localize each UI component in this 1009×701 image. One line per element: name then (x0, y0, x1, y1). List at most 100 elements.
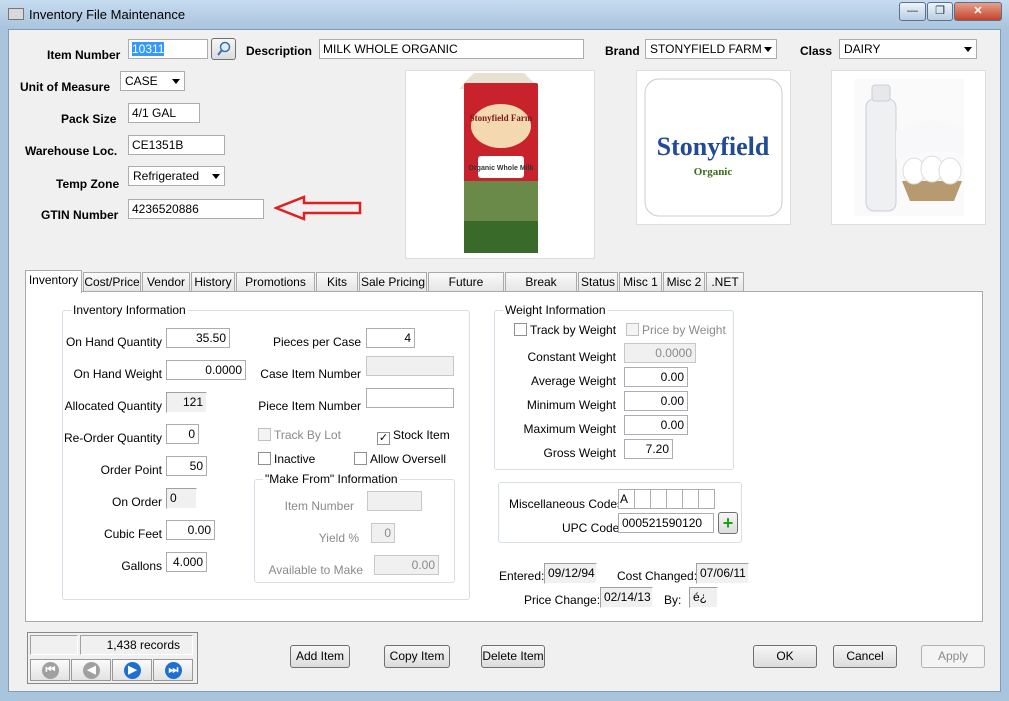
on-order-value: 0 (166, 488, 197, 509)
tab-future-pricing[interactable]: Future Pricing (428, 272, 504, 307)
carton-brand: Stonyfield Farm (470, 113, 533, 123)
form-client-area: Item Number 10311 Description MILK WHOLE… (8, 29, 1001, 692)
inactive-checkbox[interactable]: Inactive (258, 452, 315, 466)
inventory-tab-panel: Inventory Information On Hand Quantity 3… (25, 291, 983, 622)
tab-net[interactable]: .NET (706, 272, 744, 292)
misc-codes-label: Miscellaneous Codes (509, 497, 624, 511)
tab-break-pricing[interactable]: Break Pricing (505, 272, 577, 307)
plus-icon: + (722, 513, 734, 533)
misc-code-1[interactable]: A (618, 489, 635, 509)
ok-button[interactable]: OK (753, 645, 817, 668)
gross-weight-input[interactable]: 7.20 (624, 439, 673, 459)
minimize-button[interactable]: — (899, 2, 926, 21)
tab-vendor[interactable]: Vendor (142, 272, 190, 292)
tab-kits[interactable]: Kits (316, 272, 358, 292)
misc-code-5[interactable] (682, 489, 699, 509)
previous-record-button[interactable]: ◀ (71, 659, 111, 681)
gallons-input[interactable]: 4.000 (166, 552, 207, 572)
tab-sale-pricing[interactable]: Sale Pricing (359, 272, 427, 292)
on-hand-qty-input[interactable]: 35.50 (166, 328, 230, 348)
average-weight-input[interactable]: 0.00 (624, 367, 688, 387)
reorder-qty-label: Re-Order Quantity (63, 431, 162, 445)
maximum-weight-input[interactable]: 0.00 (624, 415, 688, 435)
order-point-label: Order Point (100, 463, 162, 477)
order-point-input[interactable]: 50 (166, 456, 207, 476)
chevron-down-icon (172, 79, 180, 84)
logo-sub: Organic (694, 166, 733, 178)
price-by-weight-label: Price by Weight (642, 323, 726, 337)
on-hand-weight-input[interactable]: 0.0000 (166, 360, 246, 380)
warehouse-input[interactable]: CE1351B (128, 135, 225, 155)
on-hand-qty-label: On Hand Quantity (65, 335, 162, 349)
price-by-weight-checkbox[interactable]: Price by Weight (626, 323, 726, 337)
tab-misc-1[interactable]: Misc 1 (619, 272, 662, 292)
uom-select[interactable]: CASE (120, 71, 185, 91)
pieces-per-case-label: Pieces per Case (272, 335, 361, 349)
case-item-number-input[interactable] (366, 356, 454, 376)
tab-promotions[interactable]: Promotions (236, 272, 315, 292)
app-icon (8, 8, 24, 20)
search-button[interactable] (211, 38, 236, 60)
warehouse-label: Warehouse Loc. (25, 144, 118, 158)
record-count: 1,438 records (80, 635, 193, 655)
chevron-down-icon (764, 47, 772, 52)
gtin-input[interactable]: 4236520886 (128, 199, 264, 219)
misc-code-2[interactable] (634, 489, 651, 509)
cost-changed-value: 07/06/11 (696, 563, 749, 584)
logo-text: Stonyfield (657, 132, 770, 161)
add-item-button[interactable]: Add Item (290, 645, 350, 668)
brand-label: Brand (605, 44, 640, 58)
mf-available-label: Available to Make (268, 563, 364, 577)
cancel-button[interactable]: Cancel (833, 645, 897, 668)
mf-available-input[interactable]: 0.00 (374, 555, 439, 575)
tab-inventory[interactable]: Inventory (25, 270, 82, 293)
delete-item-button[interactable]: Delete Item (481, 645, 545, 668)
next-record-button[interactable]: ▶ (112, 659, 152, 681)
allow-oversell-checkbox[interactable]: Allow Oversell (354, 452, 446, 466)
stock-item-checkbox[interactable]: ✓ Stock Item (377, 428, 450, 445)
temp-zone-value: Refrigerated (133, 169, 200, 183)
maximize-button[interactable]: ❐ (927, 2, 953, 21)
track-by-weight-label: Track by Weight (530, 323, 617, 337)
class-select[interactable]: DAIRY (839, 39, 977, 59)
uom-label: Unit of Measure (20, 80, 111, 94)
misc-code-4[interactable] (666, 489, 683, 509)
item-number-label: Item Number (47, 48, 121, 62)
item-number-input[interactable]: 10311 (128, 39, 208, 59)
piece-item-number-input[interactable] (366, 388, 454, 408)
add-upc-button[interactable]: + (718, 512, 738, 534)
misc-code-6[interactable] (698, 489, 715, 509)
pack-size-input[interactable]: 4/1 GAL (128, 103, 200, 123)
tab-misc-2[interactable]: Misc 2 (663, 272, 705, 292)
last-record-button[interactable]: ⏭ (153, 659, 193, 681)
first-record-button[interactable]: ⏮ (30, 659, 70, 681)
upc-code-input[interactable]: 000521590120 (618, 513, 714, 533)
mf-yield-input[interactable]: 0 (371, 523, 395, 543)
pieces-per-case-input[interactable]: 4 (366, 328, 415, 348)
misc-code-3[interactable] (650, 489, 667, 509)
track-by-lot-checkbox[interactable]: Track By Lot (258, 428, 341, 442)
cubic-feet-input[interactable]: 0.00 (166, 520, 215, 540)
window-title: Inventory File Maintenance (29, 7, 186, 22)
apply-button[interactable]: Apply (921, 645, 985, 668)
temp-zone-select[interactable]: Refrigerated (128, 166, 225, 186)
brand-logo-image: Stonyfield Organic (636, 70, 791, 225)
chevron-down-icon (212, 174, 220, 179)
pack-size-label: Pack Size (61, 112, 117, 126)
track-by-weight-checkbox[interactable]: Track by Weight (514, 323, 616, 337)
description-input[interactable]: MILK WHOLE ORGANIC (319, 39, 584, 59)
record-position (30, 635, 78, 655)
constant-weight-input[interactable]: 0.0000 (624, 343, 696, 363)
cubic-feet-label: Cubic Feet (103, 527, 162, 541)
tab-status[interactable]: Status (578, 272, 618, 292)
mf-item-number-input[interactable] (367, 491, 422, 511)
brand-select[interactable]: STONYFIELD FARM (645, 39, 777, 59)
minimum-weight-input[interactable]: 0.00 (624, 391, 688, 411)
tab-cost-price[interactable]: Cost/Price (83, 272, 141, 292)
reorder-qty-input[interactable]: 0 (166, 424, 199, 444)
copy-item-button[interactable]: Copy Item (384, 645, 450, 668)
brand-value: STONYFIELD FARM (650, 42, 762, 56)
tab-history[interactable]: History (191, 272, 235, 292)
weight-information-title: Weight Information (503, 303, 608, 317)
close-button[interactable]: ✕ (954, 2, 1002, 21)
